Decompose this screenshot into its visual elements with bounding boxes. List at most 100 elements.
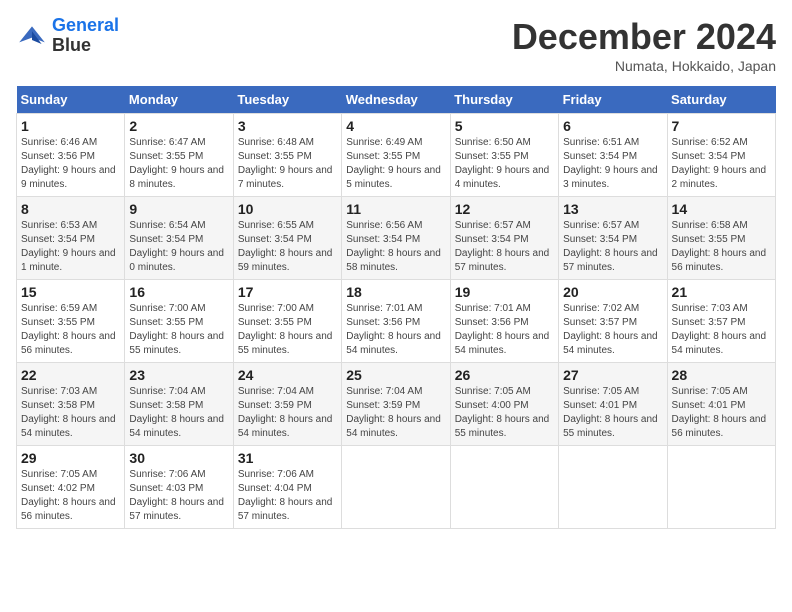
calendar-cell: 11 Sunrise: 6:56 AM Sunset: 3:54 PM Dayl… xyxy=(342,197,450,280)
calendar-cell: 3 Sunrise: 6:48 AM Sunset: 3:55 PM Dayli… xyxy=(233,114,341,197)
month-title: December 2024 xyxy=(512,16,776,58)
day-number: 26 xyxy=(455,367,554,383)
day-info: Sunrise: 6:52 AM Sunset: 3:54 PM Dayligh… xyxy=(672,136,771,192)
day-info: Sunrise: 6:48 AM Sunset: 3:55 PM Dayligh… xyxy=(238,136,337,192)
calendar-cell: 30 Sunrise: 7:06 AM Sunset: 4:03 PM Dayl… xyxy=(125,446,233,529)
calendar-week-3: 15 Sunrise: 6:59 AM Sunset: 3:55 PM Dayl… xyxy=(17,280,776,363)
weekday-header-row: SundayMondayTuesdayWednesdayThursdayFrid… xyxy=(17,86,776,114)
calendar-cell: 13 Sunrise: 6:57 AM Sunset: 3:54 PM Dayl… xyxy=(559,197,667,280)
day-info: Sunrise: 7:00 AM Sunset: 3:55 PM Dayligh… xyxy=(238,302,337,358)
day-number: 16 xyxy=(129,284,228,300)
day-number: 22 xyxy=(21,367,120,383)
calendar-cell: 20 Sunrise: 7:02 AM Sunset: 3:57 PM Dayl… xyxy=(559,280,667,363)
calendar-cell: 7 Sunrise: 6:52 AM Sunset: 3:54 PM Dayli… xyxy=(667,114,775,197)
calendar-week-1: 1 Sunrise: 6:46 AM Sunset: 3:56 PM Dayli… xyxy=(17,114,776,197)
calendar-cell: 29 Sunrise: 7:05 AM Sunset: 4:02 PM Dayl… xyxy=(17,446,125,529)
day-info: Sunrise: 6:54 AM Sunset: 3:54 PM Dayligh… xyxy=(129,219,228,275)
calendar-cell: 14 Sunrise: 6:58 AM Sunset: 3:55 PM Dayl… xyxy=(667,197,775,280)
day-info: Sunrise: 7:01 AM Sunset: 3:56 PM Dayligh… xyxy=(346,302,445,358)
calendar-week-5: 29 Sunrise: 7:05 AM Sunset: 4:02 PM Dayl… xyxy=(17,446,776,529)
calendar-cell: 2 Sunrise: 6:47 AM Sunset: 3:55 PM Dayli… xyxy=(125,114,233,197)
day-info: Sunrise: 6:47 AM Sunset: 3:55 PM Dayligh… xyxy=(129,136,228,192)
day-number: 27 xyxy=(563,367,662,383)
calendar-cell: 18 Sunrise: 7:01 AM Sunset: 3:56 PM Dayl… xyxy=(342,280,450,363)
calendar-cell: 17 Sunrise: 7:00 AM Sunset: 3:55 PM Dayl… xyxy=(233,280,341,363)
day-number: 29 xyxy=(21,450,120,466)
day-number: 17 xyxy=(238,284,337,300)
day-number: 28 xyxy=(672,367,771,383)
day-number: 10 xyxy=(238,201,337,217)
calendar-cell: 6 Sunrise: 6:51 AM Sunset: 3:54 PM Dayli… xyxy=(559,114,667,197)
day-info: Sunrise: 7:05 AM Sunset: 4:01 PM Dayligh… xyxy=(672,385,771,441)
day-info: Sunrise: 7:04 AM Sunset: 3:58 PM Dayligh… xyxy=(129,385,228,441)
calendar-cell: 1 Sunrise: 6:46 AM Sunset: 3:56 PM Dayli… xyxy=(17,114,125,197)
calendar-cell xyxy=(450,446,558,529)
day-number: 13 xyxy=(563,201,662,217)
calendar-cell: 12 Sunrise: 6:57 AM Sunset: 3:54 PM Dayl… xyxy=(450,197,558,280)
day-number: 7 xyxy=(672,118,771,134)
weekday-header-tuesday: Tuesday xyxy=(233,86,341,114)
day-info: Sunrise: 6:49 AM Sunset: 3:55 PM Dayligh… xyxy=(346,136,445,192)
calendar-cell: 21 Sunrise: 7:03 AM Sunset: 3:57 PM Dayl… xyxy=(667,280,775,363)
calendar-cell xyxy=(667,446,775,529)
calendar-cell: 4 Sunrise: 6:49 AM Sunset: 3:55 PM Dayli… xyxy=(342,114,450,197)
weekday-header-saturday: Saturday xyxy=(667,86,775,114)
calendar-cell: 16 Sunrise: 7:00 AM Sunset: 3:55 PM Dayl… xyxy=(125,280,233,363)
day-info: Sunrise: 6:55 AM Sunset: 3:54 PM Dayligh… xyxy=(238,219,337,275)
day-info: Sunrise: 7:05 AM Sunset: 4:02 PM Dayligh… xyxy=(21,468,120,524)
day-number: 31 xyxy=(238,450,337,466)
day-info: Sunrise: 7:04 AM Sunset: 3:59 PM Dayligh… xyxy=(238,385,337,441)
page-header: GeneralBlue December 2024 Numata, Hokkai… xyxy=(16,16,776,74)
calendar-cell: 8 Sunrise: 6:53 AM Sunset: 3:54 PM Dayli… xyxy=(17,197,125,280)
day-info: Sunrise: 7:03 AM Sunset: 3:58 PM Dayligh… xyxy=(21,385,120,441)
day-number: 20 xyxy=(563,284,662,300)
day-info: Sunrise: 7:04 AM Sunset: 3:59 PM Dayligh… xyxy=(346,385,445,441)
weekday-header-friday: Friday xyxy=(559,86,667,114)
day-number: 8 xyxy=(21,201,120,217)
calendar-cell: 15 Sunrise: 6:59 AM Sunset: 3:55 PM Dayl… xyxy=(17,280,125,363)
calendar-cell: 23 Sunrise: 7:04 AM Sunset: 3:58 PM Dayl… xyxy=(125,363,233,446)
day-info: Sunrise: 6:51 AM Sunset: 3:54 PM Dayligh… xyxy=(563,136,662,192)
weekday-header-wednesday: Wednesday xyxy=(342,86,450,114)
day-info: Sunrise: 6:58 AM Sunset: 3:55 PM Dayligh… xyxy=(672,219,771,275)
day-info: Sunrise: 6:50 AM Sunset: 3:55 PM Dayligh… xyxy=(455,136,554,192)
day-info: Sunrise: 6:57 AM Sunset: 3:54 PM Dayligh… xyxy=(563,219,662,275)
calendar-week-4: 22 Sunrise: 7:03 AM Sunset: 3:58 PM Dayl… xyxy=(17,363,776,446)
day-number: 15 xyxy=(21,284,120,300)
calendar-cell: 5 Sunrise: 6:50 AM Sunset: 3:55 PM Dayli… xyxy=(450,114,558,197)
day-number: 19 xyxy=(455,284,554,300)
calendar-cell: 10 Sunrise: 6:55 AM Sunset: 3:54 PM Dayl… xyxy=(233,197,341,280)
calendar-cell: 31 Sunrise: 7:06 AM Sunset: 4:04 PM Dayl… xyxy=(233,446,341,529)
calendar-table: SundayMondayTuesdayWednesdayThursdayFrid… xyxy=(16,86,776,529)
day-info: Sunrise: 7:06 AM Sunset: 4:04 PM Dayligh… xyxy=(238,468,337,524)
calendar-week-2: 8 Sunrise: 6:53 AM Sunset: 3:54 PM Dayli… xyxy=(17,197,776,280)
day-number: 23 xyxy=(129,367,228,383)
day-info: Sunrise: 7:03 AM Sunset: 3:57 PM Dayligh… xyxy=(672,302,771,358)
day-info: Sunrise: 6:53 AM Sunset: 3:54 PM Dayligh… xyxy=(21,219,120,275)
day-number: 14 xyxy=(672,201,771,217)
day-number: 30 xyxy=(129,450,228,466)
calendar-cell: 9 Sunrise: 6:54 AM Sunset: 3:54 PM Dayli… xyxy=(125,197,233,280)
calendar-cell: 22 Sunrise: 7:03 AM Sunset: 3:58 PM Dayl… xyxy=(17,363,125,446)
logo-bird-icon xyxy=(16,20,48,52)
day-number: 1 xyxy=(21,118,120,134)
day-number: 24 xyxy=(238,367,337,383)
day-number: 18 xyxy=(346,284,445,300)
day-info: Sunrise: 6:46 AM Sunset: 3:56 PM Dayligh… xyxy=(21,136,120,192)
calendar-cell: 24 Sunrise: 7:04 AM Sunset: 3:59 PM Dayl… xyxy=(233,363,341,446)
day-number: 21 xyxy=(672,284,771,300)
calendar-cell: 19 Sunrise: 7:01 AM Sunset: 3:56 PM Dayl… xyxy=(450,280,558,363)
day-number: 11 xyxy=(346,201,445,217)
day-number: 12 xyxy=(455,201,554,217)
day-number: 4 xyxy=(346,118,445,134)
day-info: Sunrise: 6:56 AM Sunset: 3:54 PM Dayligh… xyxy=(346,219,445,275)
calendar-cell xyxy=(559,446,667,529)
title-block: December 2024 Numata, Hokkaido, Japan xyxy=(512,16,776,74)
day-number: 5 xyxy=(455,118,554,134)
day-number: 9 xyxy=(129,201,228,217)
day-number: 2 xyxy=(129,118,228,134)
weekday-header-monday: Monday xyxy=(125,86,233,114)
location: Numata, Hokkaido, Japan xyxy=(512,58,776,74)
day-number: 25 xyxy=(346,367,445,383)
day-number: 3 xyxy=(238,118,337,134)
